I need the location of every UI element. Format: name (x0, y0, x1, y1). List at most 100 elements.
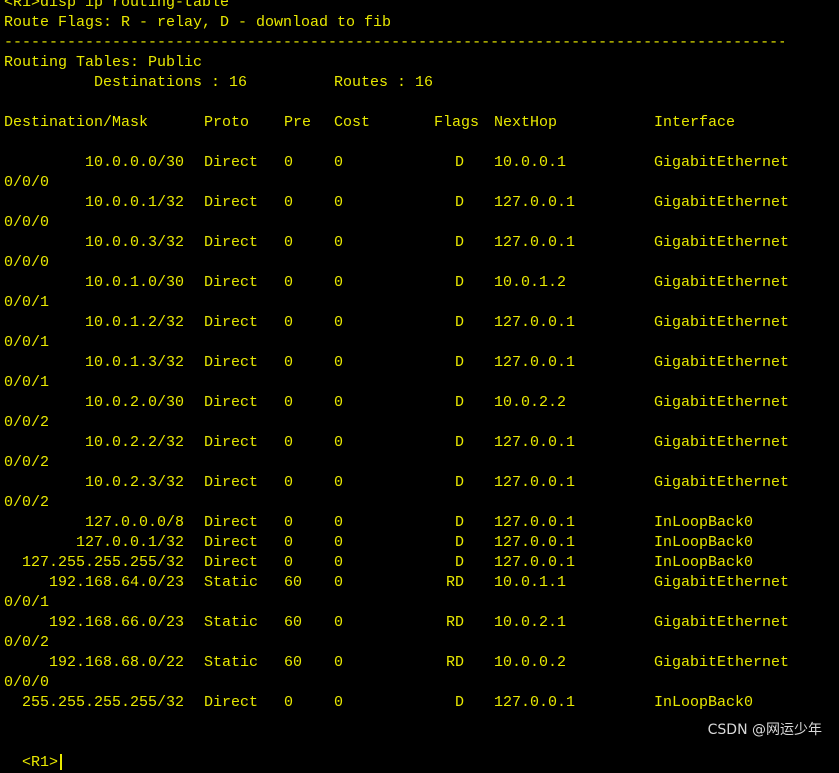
route-preference: 0 (284, 474, 294, 491)
interface-continuation: 0/0/1 (4, 374, 50, 391)
route-destination: 192.168.68.0/22 (48, 654, 184, 671)
header-proto: Proto (204, 114, 250, 131)
route-cost: 0 (334, 554, 344, 571)
table-row: 10.0.2.3/32 Direct 0 0 D 127.0.0.1 GigabitEthe… (4, 473, 839, 493)
route-destination: 255.255.255.255/32 (21, 694, 184, 711)
route-nexthop: 127.0.0.1 (494, 694, 576, 711)
route-preference: 60 (284, 614, 303, 631)
route-preference: 0 (284, 154, 294, 171)
route-nexthop: 127.0.0.1 (494, 194, 576, 211)
table-header: Destination/Mask Proto Pre Cost Flags Ne… (4, 113, 839, 133)
route-proto: Static (204, 614, 259, 631)
table-row: 10.0.0.3/32 Direct 0 0 D 127.0.0.1 GigabitEthe… (4, 233, 839, 253)
header-nexthop: NextHop (494, 114, 558, 131)
route-preference: 0 (284, 514, 294, 531)
route-preference: 0 (284, 234, 294, 251)
route-preference: 0 (284, 194, 294, 211)
table-row: 10.0.2.2/32 Direct 0 0 D 127.0.0.1 GigabitEthe… (4, 433, 839, 453)
route-flags: D (454, 354, 464, 371)
route-cost: 0 (334, 474, 344, 491)
route-nexthop: 127.0.0.1 (494, 234, 576, 251)
route-flags: D (454, 194, 464, 211)
route-cost: 0 (334, 314, 344, 331)
route-cost: 0 (334, 654, 344, 671)
table-row: 255.255.255.255/32 Direct 0 0 D 127.0.0.1 InLo… (4, 693, 839, 713)
route-proto: Direct (204, 354, 259, 371)
route-cost: 0 (334, 274, 344, 291)
route-flags: D (454, 534, 464, 551)
table-row: 10.0.0.1/32 Direct 0 0 D 127.0.0.1 GigabitEthe… (4, 193, 839, 213)
route-flags: D (454, 154, 464, 171)
route-preference: 0 (284, 314, 294, 331)
header-flags: Flags (434, 114, 480, 131)
route-destination: 127.0.0.0/8 (84, 514, 184, 531)
table-row: 10.0.2.0/30 Direct 0 0 D 10.0.2.2 GigabitEther… (4, 393, 839, 413)
route-destination: 10.0.0.0/30 (84, 154, 184, 171)
route-proto: Direct (204, 434, 259, 451)
interface-continuation: 0/0/1 (4, 334, 50, 351)
route-cost: 0 (334, 574, 344, 591)
route-proto: Direct (204, 394, 259, 411)
route-destination: 10.0.1.3/32 (84, 354, 184, 371)
route-nexthop: 10.0.1.2 (494, 274, 567, 291)
route-proto: Direct (204, 514, 259, 531)
route-flags: D (454, 314, 464, 331)
route-destination: 10.0.1.2/32 (84, 314, 184, 331)
table-row: 192.168.64.0/23 Static 60 0 RD 10.0.1.1 Gigabi… (4, 573, 839, 593)
route-nexthop: 127.0.0.1 (494, 314, 576, 331)
route-interface: InLoopBack0 (654, 514, 754, 531)
route-cost: 0 (334, 514, 344, 531)
route-interface: InLoopBack0 (654, 694, 754, 711)
route-cost: 0 (334, 234, 344, 251)
prompt-line[interactable]: <R1> (4, 733, 63, 771)
route-flags: D (454, 474, 464, 491)
header-cost: Cost (334, 114, 371, 131)
route-destination: 10.0.2.0/30 (84, 394, 184, 411)
interface-continuation: 0/0/0 (4, 174, 50, 191)
route-interface: GigabitEthernet (654, 314, 790, 331)
interface-continuation: 0/0/2 (4, 454, 50, 471)
route-cost: 0 (334, 694, 344, 711)
route-proto: Static (204, 574, 259, 591)
routing-tables-label: Routing Tables: Public (4, 54, 203, 71)
route-flags: D (454, 514, 464, 531)
route-preference: 0 (284, 694, 294, 711)
interface-continuation: 0/0/0 (4, 674, 50, 691)
route-destination: 192.168.64.0/23 (48, 574, 184, 591)
table-row: 192.168.68.0/22 Static 60 0 RD 10.0.0.2 Gigabi… (4, 653, 839, 673)
route-nexthop: 10.0.0.1 (494, 154, 567, 171)
route-proto: Direct (204, 234, 259, 251)
interface-continuation: 0/0/0 (4, 214, 50, 231)
route-proto: Direct (204, 474, 259, 491)
table-row: 127.0.0.0/8 Direct 0 0 D 127.0.0.1 InLoopBack0 (4, 513, 839, 533)
table-row: 127.0.0.1/32 Direct 0 0 D 127.0.0.1 InLoopBack… (4, 533, 839, 553)
route-nexthop: 127.0.0.1 (494, 474, 576, 491)
routing-table-body: 10.0.0.0/30 Direct 0 0 D 10.0.0.1 GigabitEther… (4, 153, 839, 713)
route-destination: 192.168.66.0/23 (48, 614, 184, 631)
interface-continuation: 0/0/2 (4, 494, 50, 511)
route-proto: Direct (204, 314, 259, 331)
route-nexthop: 127.0.0.1 (494, 354, 576, 371)
route-interface: GigabitEthernet (654, 354, 790, 371)
command-line: <R1>disp ip routing-table (4, 0, 230, 11)
route-preference: 0 (284, 354, 294, 371)
route-cost: 0 (334, 154, 344, 171)
route-proto: Direct (204, 534, 259, 551)
route-proto: Direct (204, 154, 259, 171)
route-interface: GigabitEthernet (654, 474, 790, 491)
route-flags: RD (445, 574, 464, 591)
table-row: 10.0.0.0/30 Direct 0 0 D 10.0.0.1 GigabitEther… (4, 153, 839, 173)
route-preference: 0 (284, 554, 294, 571)
route-nexthop: 10.0.2.2 (494, 394, 567, 411)
destinations-count: Destinations : 16 (94, 74, 248, 91)
route-proto: Direct (204, 274, 259, 291)
route-flags: D (454, 234, 464, 251)
route-nexthop: 10.0.0.2 (494, 654, 567, 671)
route-proto: Direct (204, 194, 259, 211)
route-flags: D (454, 554, 464, 571)
route-nexthop: 127.0.0.1 (494, 514, 576, 531)
terminal-output: <R1>disp ip routing-table Route Flags: R… (4, 0, 839, 713)
route-cost: 0 (334, 354, 344, 371)
